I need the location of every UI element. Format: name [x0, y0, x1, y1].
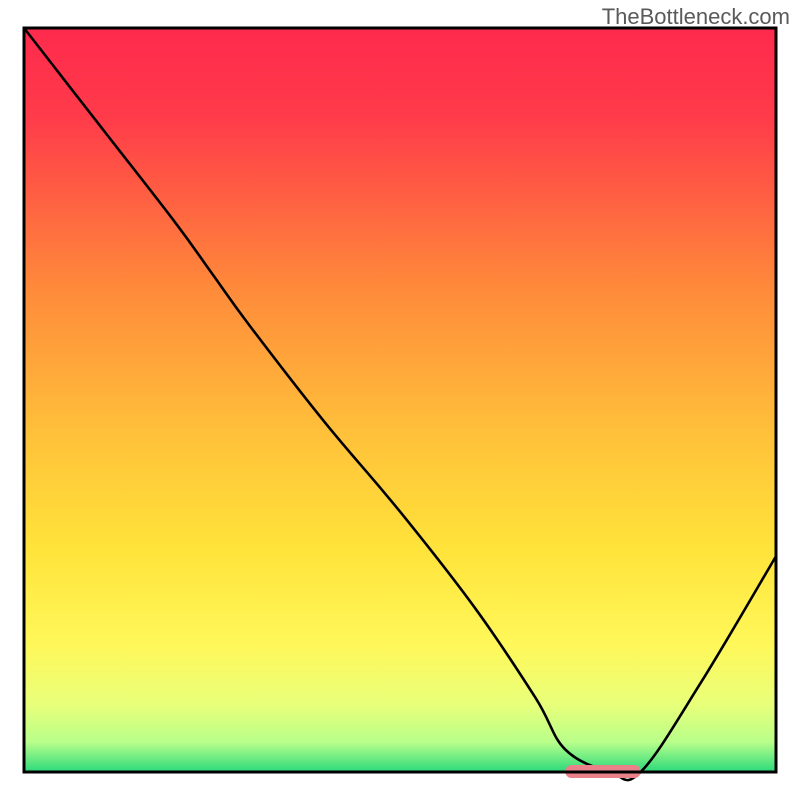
watermark-label: TheBottleneck.com: [602, 4, 790, 30]
chart-frame: TheBottleneck.com: [0, 0, 800, 800]
plot-background: [24, 28, 776, 772]
bottleneck-chart: [0, 0, 800, 800]
